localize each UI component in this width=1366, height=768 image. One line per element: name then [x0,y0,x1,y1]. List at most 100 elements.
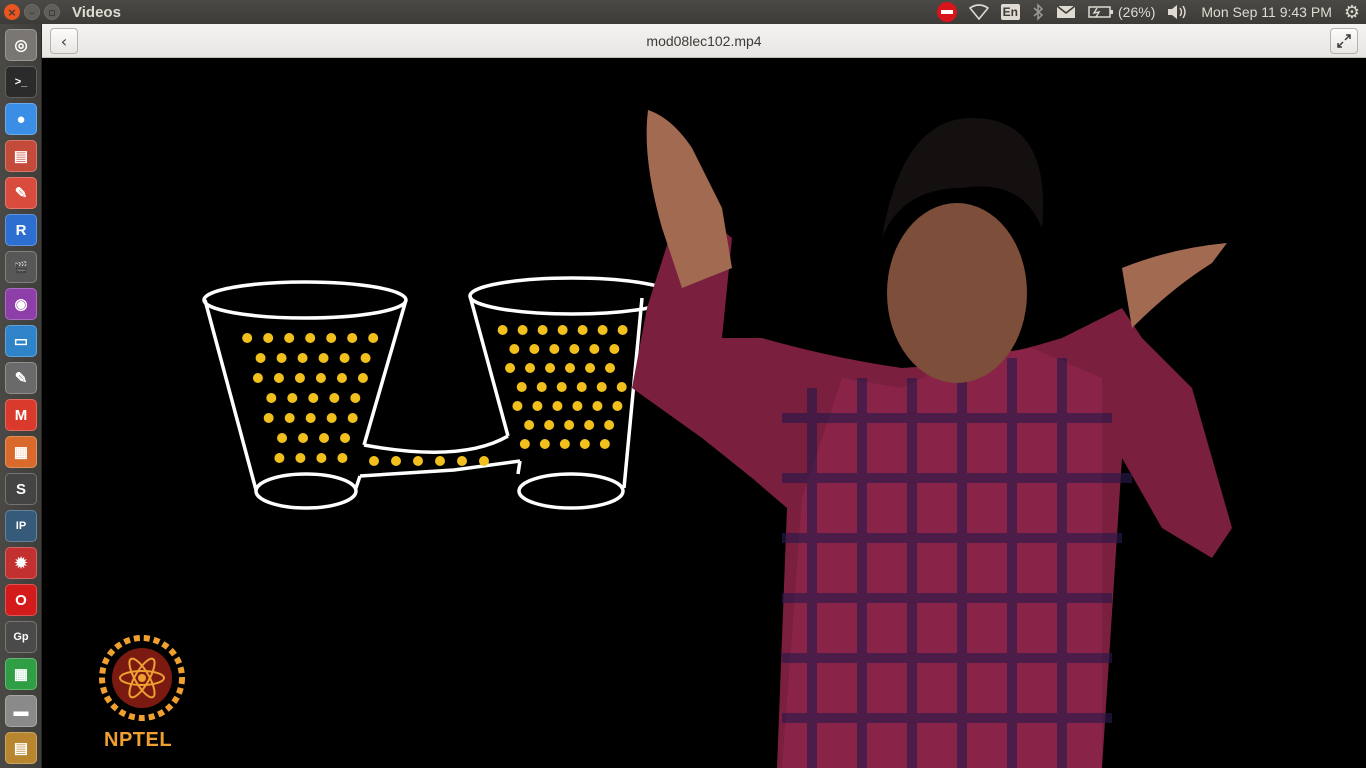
particle [413,456,423,466]
file-title: mod08lec102.mp4 [646,33,762,49]
particle [569,344,580,354]
particle [294,373,305,383]
particle [549,344,560,354]
particle [536,382,547,392]
particle [276,353,287,363]
particle [617,325,628,335]
launcher-settings-cog-icon[interactable]: ✹ [5,547,37,579]
language-indicator: En [1000,4,1021,20]
close-icon[interactable]: × [4,4,20,20]
particle [556,382,567,392]
particle [350,393,361,403]
particle [319,433,330,443]
particle [479,456,489,466]
launcher-screen-recorder-icon[interactable]: ◉ [5,288,37,320]
launcher-opera-icon[interactable]: O [5,584,37,616]
particle [559,439,570,449]
volume-icon[interactable] [1161,0,1195,24]
system-tray: En (26%) Mon Sep 11 9:43 PM ⚙ [931,0,1366,24]
particle [524,420,535,430]
launcher-video-editor-icon[interactable]: 🎬 [5,251,37,283]
maximize-icon[interactable]: ▫ [44,4,60,20]
particle [357,373,368,383]
particle [605,363,616,373]
nptel-logo-text: NPTEL [104,729,173,751]
keyboard-layout-icon[interactable]: En [995,0,1026,24]
launcher-ipython-icon[interactable]: IP [5,510,37,542]
particle [435,456,445,466]
battery-icon[interactable]: (26%) [1082,0,1161,24]
fullscreen-icon[interactable] [1330,28,1358,54]
particle [572,401,583,411]
particle [609,344,620,354]
particle [295,453,306,463]
particle [242,333,253,343]
particle [360,353,371,363]
launcher-chrome-icon[interactable]: ● [5,103,37,135]
particle [284,333,295,343]
particle [305,413,316,423]
gear-icon[interactable]: ⚙ [1338,0,1366,24]
launcher-libreoffice-writer-icon[interactable]: ▭ [5,325,37,357]
particle [263,333,274,343]
launcher-r-studio-icon[interactable]: R [5,214,37,246]
particle [391,456,401,466]
particle [505,363,516,373]
particle [512,401,523,411]
launcher-document-viewer-icon[interactable]: ✎ [5,177,37,209]
launcher-text-editor-icon[interactable]: ✎ [5,362,37,394]
launcher-gmail-icon[interactable]: M [5,399,37,431]
particle [308,393,319,403]
particle [525,363,536,373]
launcher-terminal-icon[interactable]: >_ [5,66,37,98]
particle [336,373,347,383]
particle [612,401,623,411]
video-content [99,110,1232,768]
particle [273,373,284,383]
presenter-figure [632,110,1232,768]
particle [347,333,358,343]
launcher-archive-manager-icon[interactable]: ▤ [5,732,37,764]
particle [457,456,467,466]
particle [315,373,326,383]
particle [599,439,610,449]
launcher-libreoffice-impress-icon[interactable]: ▦ [5,436,37,468]
mail-icon[interactable] [1050,0,1082,24]
bluetooth-icon[interactable] [1026,0,1050,24]
nptel-logo-icon [99,635,185,721]
particle [318,353,329,363]
particle [368,333,379,343]
clock[interactable]: Mon Sep 11 9:43 PM [1195,0,1337,24]
particle [326,333,337,343]
particle [589,344,600,354]
particle [552,401,563,411]
launcher-libreoffice-calc-icon[interactable]: ▦ [5,658,37,690]
launcher: ◎ >_ ● ▤ ✎ R 🎬 ◉ ▭ ✎ M ▦ S IP ✹ O Gp ▦ ▬ ▤ [0,24,42,768]
particle [529,344,540,354]
particle [557,325,568,335]
launcher-gp-app-icon[interactable]: Gp [5,621,37,653]
particle [277,433,288,443]
particle [369,456,379,466]
launcher-ubuntu-dash-icon[interactable]: ◎ [5,29,37,61]
particle [537,325,548,335]
particle [329,393,340,403]
battery-percent: (26%) [1118,4,1156,20]
launcher-drive-icon[interactable]: ▬ [5,695,37,727]
particle [297,353,308,363]
particle [544,420,555,430]
wifi-icon[interactable] [963,0,995,24]
particle [284,413,295,423]
particle [497,325,508,335]
particle [516,382,527,392]
particle [616,382,627,392]
minimize-icon[interactable]: – [24,4,40,20]
launcher-sublime-text-icon[interactable]: S [5,473,37,505]
launcher-files-archive-icon[interactable]: ▤ [5,140,37,172]
particle [326,413,337,423]
particle [597,325,608,335]
top-panel: × – ▫ Videos En (26%) Mon Sep 11 9:43 PM… [0,0,1366,24]
no-entry-icon[interactable] [931,0,963,24]
particle [565,363,576,373]
video-frame[interactable]: NPTEL [42,58,1366,768]
